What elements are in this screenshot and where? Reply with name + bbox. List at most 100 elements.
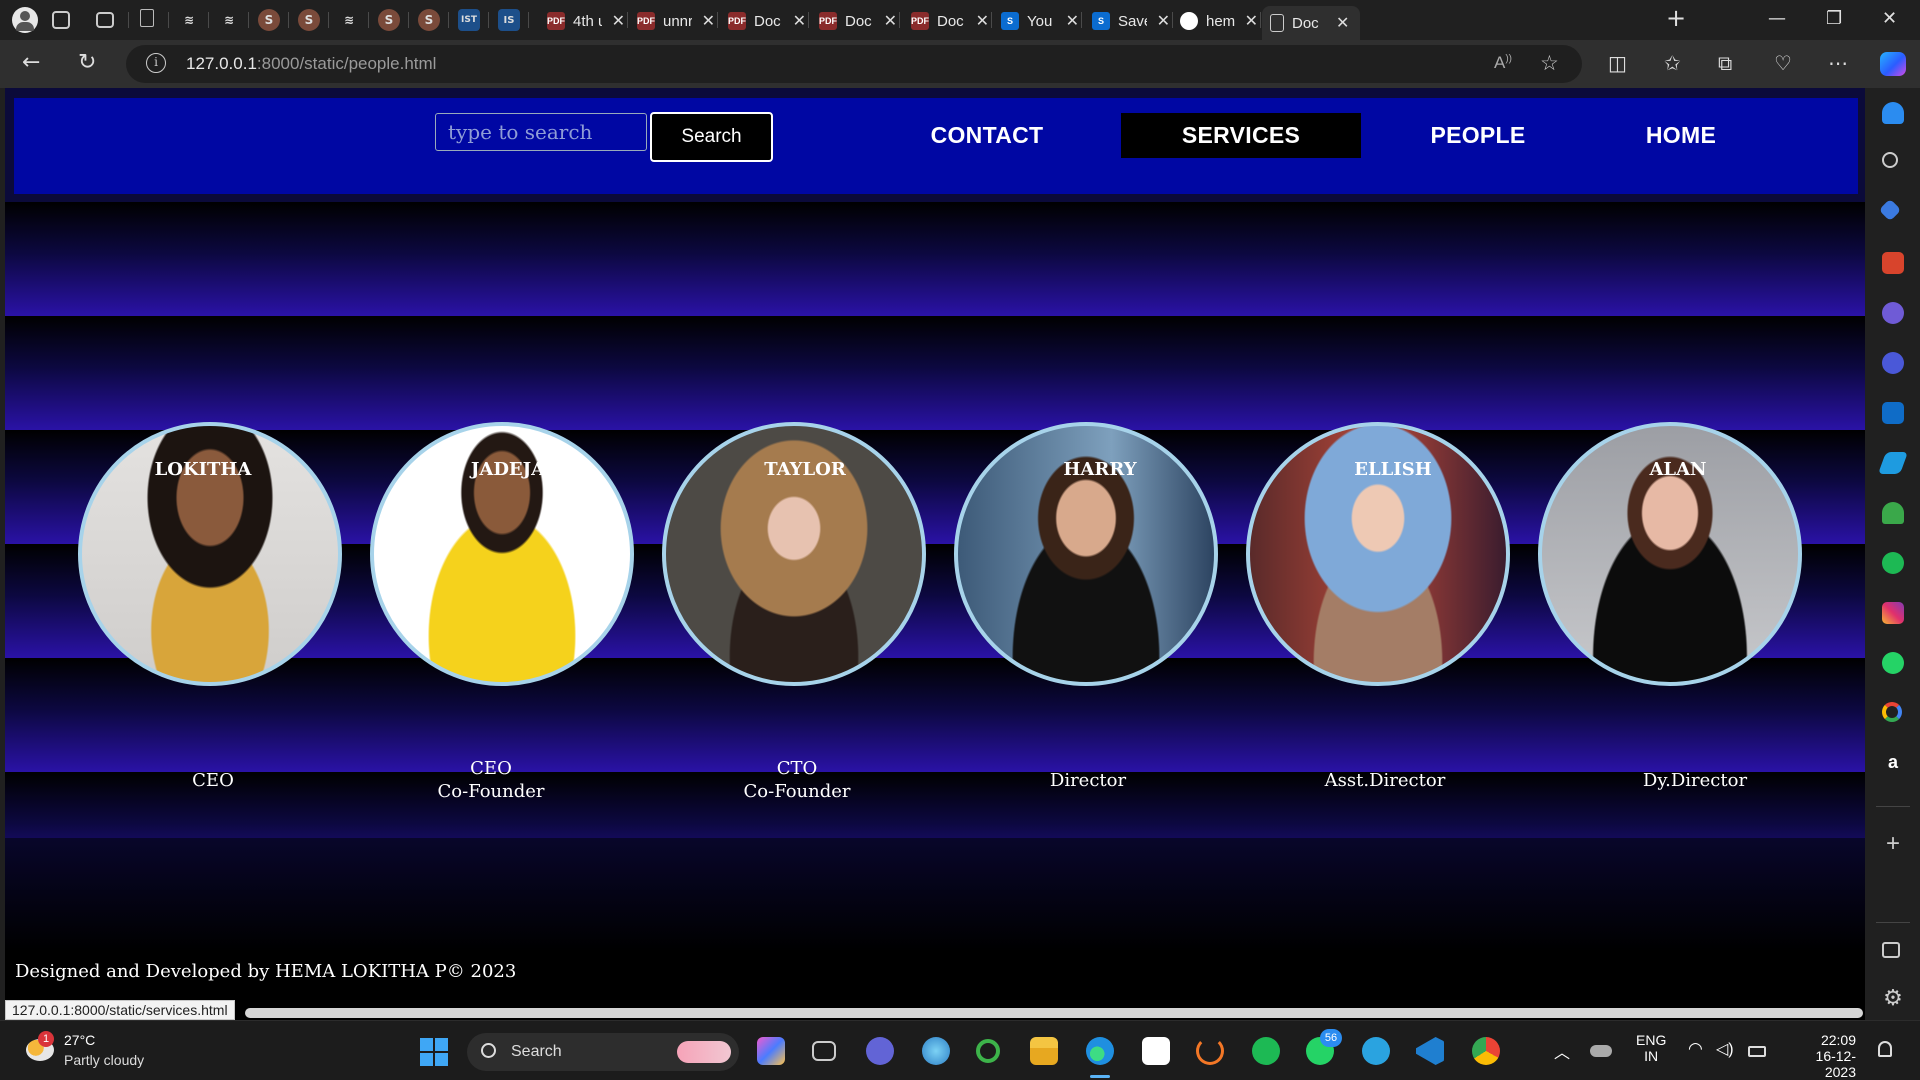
nav-people-link[interactable]: PEOPLE	[1412, 113, 1544, 158]
site-info-icon[interactable]: i	[146, 53, 166, 73]
tab-close-icon[interactable]: ✕	[1336, 13, 1349, 33]
copilot-sidebar-icon[interactable]	[1882, 352, 1904, 374]
page-tab-icon[interactable]	[140, 9, 154, 27]
browser-tab[interactable]: Doc ✕	[1262, 6, 1360, 40]
nav-services-link[interactable]: SERVICES	[1121, 113, 1361, 158]
taskbar-search-box[interactable]: Search	[467, 1033, 739, 1071]
tab-close-icon[interactable]: ✕	[1157, 11, 1170, 31]
horizontal-scrollbar[interactable]	[245, 1008, 1863, 1018]
tab-s-icon[interactable]: S	[298, 9, 320, 31]
browser-tab[interactable]: PDF Doc ✕	[720, 6, 806, 36]
task-view-icon[interactable]	[812, 1041, 836, 1061]
ring-app-icon[interactable]	[976, 1039, 1000, 1063]
tools-icon[interactable]	[1882, 252, 1904, 274]
notification-bell-icon[interactable]	[1878, 1041, 1892, 1057]
spotify-icon[interactable]	[1882, 552, 1904, 574]
volume-icon[interactable]: ◁)	[1716, 1039, 1734, 1059]
browser-tab[interactable]: S Save ✕	[1084, 6, 1170, 36]
telegram-icon[interactable]	[1362, 1037, 1390, 1065]
tab-close-icon[interactable]: ✕	[1245, 11, 1258, 31]
close-window-button[interactable]: ✕	[1882, 8, 1897, 29]
browser-tab[interactable]: PDF 4th u ✕	[539, 6, 625, 36]
tab-is-icon[interactable]: IS	[498, 9, 520, 31]
send-icon[interactable]	[1877, 452, 1909, 474]
collections-icon[interactable]: ⧉	[1718, 51, 1732, 75]
copilot-icon[interactable]	[1880, 52, 1906, 76]
more-menu-icon[interactable]: ⋯	[1828, 51, 1848, 75]
show-hidden-icons[interactable]: ︿	[1554, 1039, 1570, 1063]
store-icon[interactable]	[1142, 1037, 1170, 1065]
file-explorer-icon[interactable]	[1030, 1037, 1058, 1065]
amazon-icon[interactable]: a	[1882, 752, 1904, 774]
favorites-icon[interactable]: ✩	[1664, 51, 1681, 75]
whatsapp-icon[interactable]	[1882, 652, 1904, 674]
back-button[interactable]: ←	[22, 50, 40, 75]
google-icon[interactable]	[1882, 702, 1902, 722]
wifi-icon[interactable]: ◠	[1688, 1039, 1703, 1059]
browser-tab[interactable]: PDF Doc ✕	[903, 6, 989, 36]
tab-actions-icon[interactable]	[96, 12, 114, 28]
tab-title: hem	[1206, 12, 1235, 30]
split-screen-icon[interactable]: ◫	[1608, 51, 1627, 75]
paint-icon[interactable]	[922, 1037, 950, 1065]
jupyter-icon[interactable]	[1196, 1037, 1224, 1065]
workspaces-icon[interactable]	[52, 11, 70, 29]
browser-tab[interactable]: PDF Doc ✕	[811, 6, 897, 36]
vscode-icon[interactable]	[1416, 1037, 1444, 1065]
tab-wave-icon[interactable]: ≋	[218, 9, 240, 31]
shopping-tag-icon[interactable]	[1878, 198, 1902, 222]
edge-sidebar: a + ⚙	[1866, 88, 1920, 1020]
minimize-button[interactable]: —	[1768, 8, 1786, 29]
notifications-bell-icon[interactable]	[1882, 102, 1904, 124]
clock[interactable]: 22:09 16-12-2023	[1786, 1032, 1856, 1080]
battery-icon[interactable]	[1748, 1046, 1766, 1057]
start-windows-icon[interactable]	[420, 1038, 448, 1066]
tab-s-icon[interactable]: S	[418, 9, 440, 31]
tab-wave-icon[interactable]: ≋	[178, 9, 200, 31]
tab-close-icon[interactable]: ✕	[612, 11, 625, 31]
tab-close-icon[interactable]: ✕	[702, 11, 715, 31]
games-icon[interactable]	[1882, 302, 1904, 324]
browser-tab[interactable]: PDF unnr ✕	[629, 6, 715, 36]
tab-wave-icon[interactable]: ≋	[338, 9, 360, 31]
tree-icon[interactable]	[1882, 502, 1904, 524]
tab-close-icon[interactable]: ✕	[976, 11, 989, 31]
search-button[interactable]: Search	[650, 112, 773, 162]
read-aloud-icon[interactable]: A))	[1494, 53, 1512, 73]
copilot-taskbar-icon[interactable]	[757, 1037, 785, 1065]
onedrive-icon[interactable]	[1590, 1045, 1612, 1057]
chat-icon[interactable]	[866, 1037, 894, 1065]
search-icon[interactable]	[1882, 152, 1898, 168]
edge-browser-icon[interactable]	[1086, 1037, 1114, 1065]
new-tab-button[interactable]: +	[1666, 4, 1686, 32]
browser-essentials-icon[interactable]: ♡	[1774, 51, 1792, 75]
url-field[interactable]: i 127.0.0.1:8000/static/people.html A)) …	[126, 45, 1582, 83]
weather-temp[interactable]: 27°C	[64, 1032, 95, 1048]
language-indicator[interactable]: ENG IN	[1636, 1032, 1666, 1064]
outlook-icon[interactable]	[1882, 402, 1904, 424]
chrome-icon[interactable]	[1472, 1037, 1500, 1065]
spotify-icon[interactable]	[1252, 1037, 1280, 1065]
tab-s-icon[interactable]: S	[378, 9, 400, 31]
nav-contact-link[interactable]: CONTACT	[922, 113, 1052, 158]
restore-button[interactable]: ❐	[1826, 8, 1842, 29]
tab-close-icon[interactable]: ✕	[884, 11, 897, 31]
instagram-icon[interactable]	[1882, 602, 1904, 624]
tab-close-icon[interactable]: ✕	[793, 11, 806, 31]
url-text[interactable]: 127.0.0.1:8000/static/people.html	[186, 54, 436, 74]
add-sidebar-app-icon[interactable]: +	[1882, 832, 1904, 856]
browser-tab[interactable]: hem ✕	[1172, 6, 1258, 36]
nav-home-link[interactable]: HOME	[1626, 113, 1736, 158]
settings-gear-icon[interactable]: ⚙	[1882, 988, 1904, 1010]
windows-taskbar: 1 27°C Partly cloudy Search 56 ︿ ENG IN ◠…	[0, 1020, 1920, 1080]
profile-avatar-icon[interactable]	[12, 7, 38, 33]
refresh-button[interactable]: ↻	[78, 50, 96, 75]
browser-tab[interactable]: S You ✕	[993, 6, 1079, 36]
tab-ist-icon[interactable]: IST	[458, 9, 480, 31]
weather-desc[interactable]: Partly cloudy	[64, 1052, 144, 1068]
tab-close-icon[interactable]: ✕	[1066, 11, 1079, 31]
tab-s-icon[interactable]: S	[258, 9, 280, 31]
hide-sidebar-icon[interactable]	[1882, 942, 1900, 958]
favorite-star-icon[interactable]: ☆	[1540, 51, 1559, 76]
search-input[interactable]	[435, 113, 647, 151]
